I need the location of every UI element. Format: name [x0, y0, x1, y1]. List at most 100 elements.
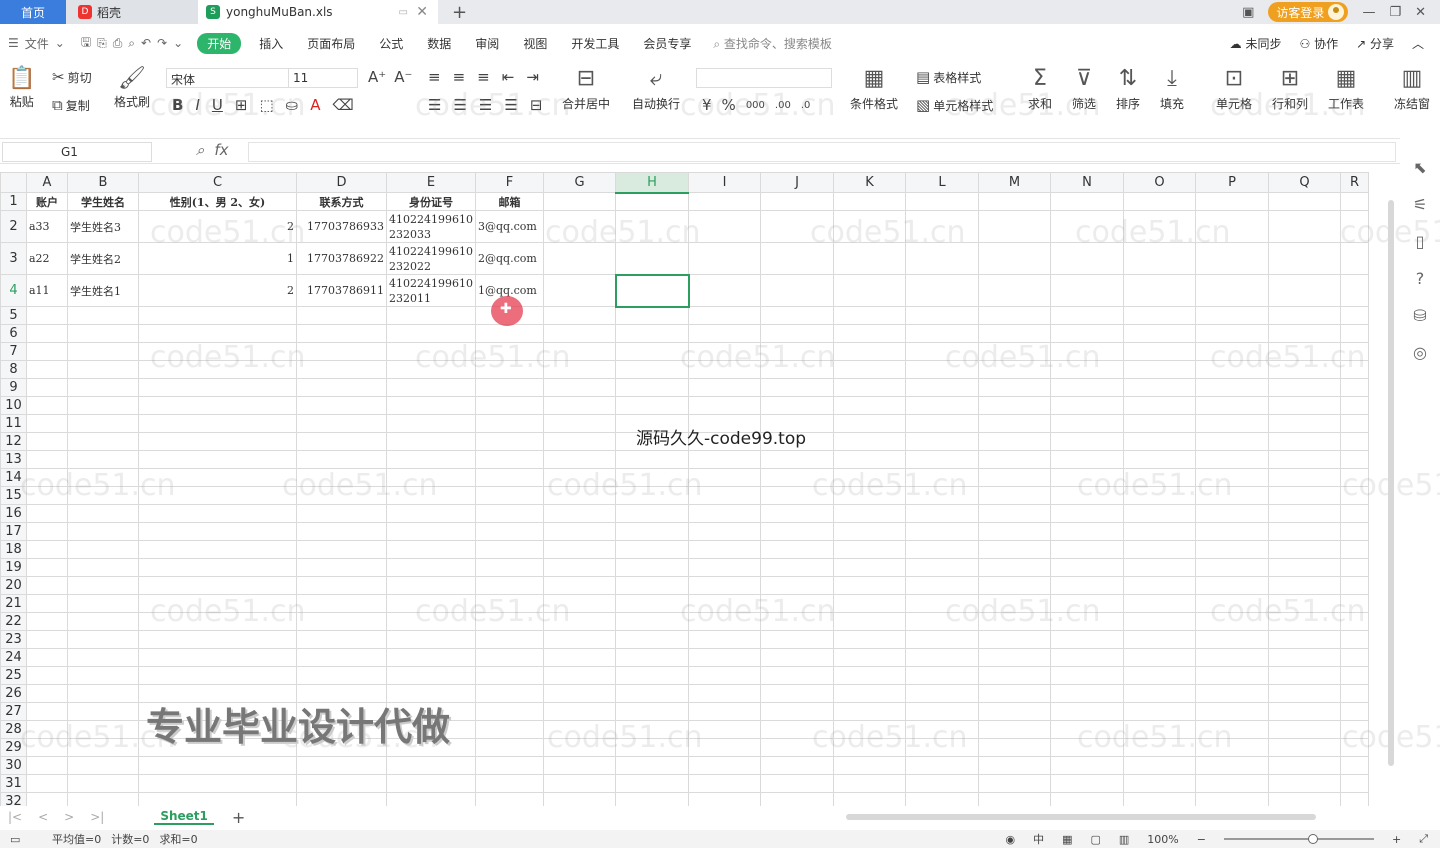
cell[interactable]	[475, 612, 544, 631]
cell[interactable]	[1268, 378, 1341, 397]
cell[interactable]	[760, 648, 834, 667]
menu-tab-insert[interactable]: 插入	[247, 35, 295, 52]
cell[interactable]	[978, 468, 1051, 487]
cell[interactable]	[905, 576, 979, 595]
cell[interactable]	[1340, 594, 1369, 613]
cell[interactable]	[1268, 756, 1341, 775]
row-header[interactable]: 9	[0, 378, 27, 397]
cell[interactable]	[1195, 702, 1269, 721]
cell[interactable]	[978, 192, 1051, 211]
font-size-select[interactable]: 11	[288, 68, 358, 88]
cell[interactable]	[543, 594, 616, 613]
cell[interactable]	[386, 774, 476, 793]
cell[interactable]	[543, 540, 616, 559]
cell[interactable]	[26, 756, 68, 775]
cell[interactable]	[760, 594, 834, 613]
cell[interactable]	[905, 414, 979, 433]
cell[interactable]	[833, 648, 906, 667]
cell[interactable]	[386, 612, 476, 631]
cell[interactable]	[905, 738, 979, 757]
cell[interactable]	[833, 396, 906, 415]
cell[interactable]	[905, 360, 979, 379]
row-header[interactable]: 14	[0, 468, 27, 487]
cell[interactable]	[386, 432, 476, 451]
cell[interactable]	[978, 504, 1051, 523]
cell[interactable]	[296, 504, 387, 523]
cell[interactable]	[26, 774, 68, 793]
cell[interactable]	[543, 738, 616, 757]
cell-button[interactable]: ⊡ 单元格	[1216, 66, 1252, 112]
cell[interactable]	[1268, 702, 1341, 721]
tab-daoke[interactable]: D 稻壳	[66, 0, 198, 24]
cell[interactable]	[475, 468, 544, 487]
cell[interactable]	[67, 558, 139, 577]
cell[interactable]	[1268, 738, 1341, 757]
cell[interactable]	[475, 720, 544, 739]
export-icon[interactable]: ⎘	[97, 36, 107, 51]
cell[interactable]	[1340, 378, 1369, 397]
cell[interactable]	[833, 450, 906, 469]
cell[interactable]	[978, 630, 1051, 649]
cell[interactable]	[296, 648, 387, 667]
cell[interactable]	[760, 720, 834, 739]
cell[interactable]	[615, 558, 689, 577]
cell[interactable]	[26, 720, 68, 739]
cell[interactable]	[26, 396, 68, 415]
column-header[interactable]: K	[833, 172, 906, 193]
cell[interactable]	[138, 360, 297, 379]
cell[interactable]	[978, 378, 1051, 397]
cell[interactable]	[833, 414, 906, 433]
cell[interactable]	[26, 702, 68, 721]
add-sheet-button[interactable]: +	[232, 808, 245, 827]
cell[interactable]	[138, 396, 297, 415]
increase-decimal-icon[interactable]: .00	[775, 100, 791, 111]
cell[interactable]	[296, 378, 387, 397]
cell[interactable]	[615, 468, 689, 487]
cell[interactable]	[386, 630, 476, 649]
cell[interactable]	[760, 306, 834, 325]
cell[interactable]: a33	[26, 210, 68, 243]
cell[interactable]	[138, 414, 297, 433]
cell[interactable]	[615, 702, 689, 721]
cell[interactable]	[1268, 360, 1341, 379]
zoom-search-icon[interactable]: ⌕	[196, 141, 204, 159]
cell[interactable]	[1340, 648, 1369, 667]
cell[interactable]	[833, 486, 906, 505]
cell[interactable]	[1340, 540, 1369, 559]
column-header[interactable]: G	[543, 172, 616, 193]
cell[interactable]	[475, 540, 544, 559]
row-header[interactable]: 29	[0, 738, 27, 757]
cell[interactable]	[1195, 504, 1269, 523]
cell[interactable]	[296, 414, 387, 433]
cell[interactable]: 17703786922	[296, 242, 387, 275]
cell[interactable]	[67, 504, 139, 523]
cell[interactable]	[296, 612, 387, 631]
row-header[interactable]: 7	[0, 342, 27, 361]
align-left-icon[interactable]: ☰	[428, 96, 441, 114]
cell[interactable]: 2@qq.com	[475, 242, 544, 275]
cell[interactable]	[905, 558, 979, 577]
cell[interactable]	[978, 702, 1051, 721]
cell[interactable]	[688, 522, 761, 541]
cell[interactable]	[475, 360, 544, 379]
cell[interactable]	[615, 522, 689, 541]
first-sheet-icon[interactable]: |<	[8, 810, 22, 824]
cell[interactable]	[475, 756, 544, 775]
cell[interactable]	[760, 558, 834, 577]
cell[interactable]	[386, 792, 476, 806]
cell[interactable]	[833, 576, 906, 595]
row-header[interactable]: 1	[0, 192, 27, 211]
new-tab-button[interactable]: +	[452, 2, 467, 23]
cell[interactable]: 身份证号	[386, 192, 476, 211]
cell[interactable]	[760, 576, 834, 595]
cell[interactable]	[475, 522, 544, 541]
prev-sheet-icon[interactable]: <	[38, 810, 48, 824]
cell[interactable]	[1195, 594, 1269, 613]
justify-icon[interactable]: ☰	[504, 96, 517, 114]
cell[interactable]	[1123, 684, 1196, 703]
collaborate-button[interactable]: ⚇ 协作	[1299, 35, 1338, 52]
cell[interactable]	[1123, 396, 1196, 415]
cell[interactable]	[1123, 540, 1196, 559]
cell[interactable]	[833, 666, 906, 685]
cell[interactable]	[475, 594, 544, 613]
